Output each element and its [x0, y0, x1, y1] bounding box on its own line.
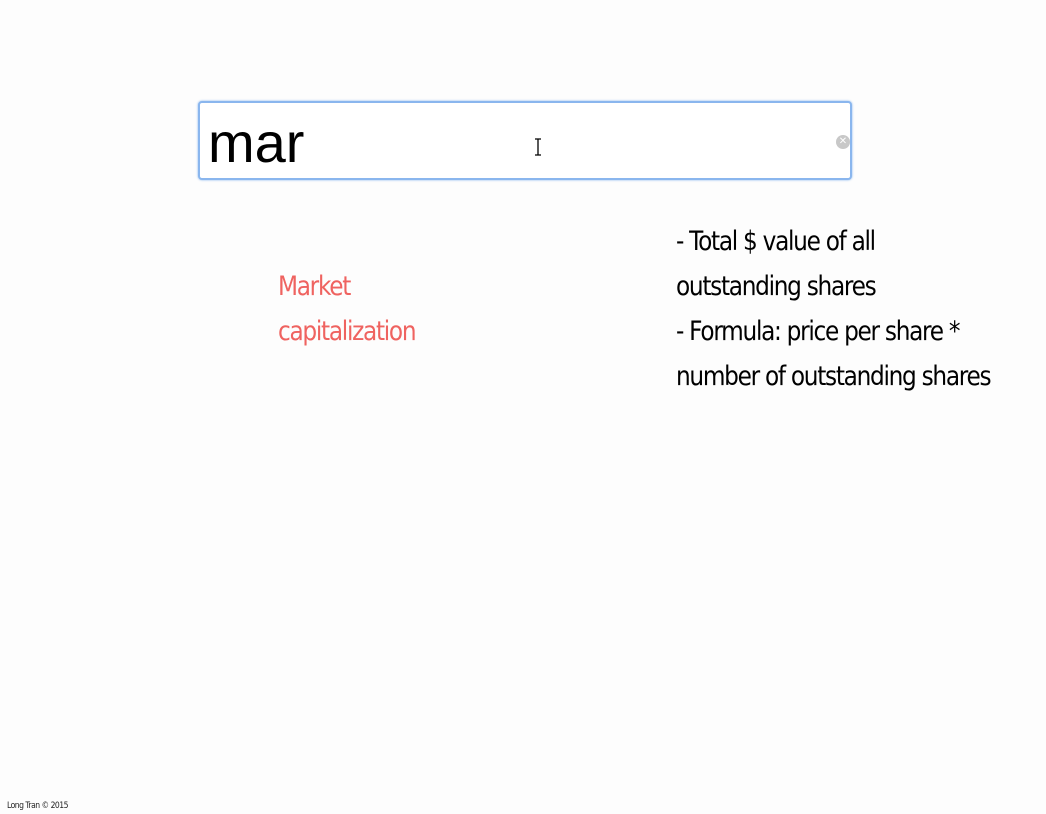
- definition-line: number of outstanding shares: [676, 361, 992, 392]
- term-line: capitalization: [278, 316, 417, 347]
- copyright-footer: Long Tran © 2015: [7, 801, 69, 811]
- result-term: Market capitalization: [278, 264, 450, 354]
- definition-line: - Formula: price per share *: [676, 316, 961, 347]
- definition-line: - Total $ value of all: [676, 226, 876, 257]
- search-box[interactable]: ✕: [198, 101, 852, 180]
- definition-line: outstanding shares: [676, 271, 877, 302]
- search-input[interactable]: [208, 107, 808, 177]
- result-definition: - Total $ value of all outstanding share…: [676, 219, 1003, 399]
- text-cursor-icon: [535, 138, 541, 156]
- clear-icon[interactable]: ✕: [836, 135, 850, 149]
- term-line: Market: [278, 271, 351, 302]
